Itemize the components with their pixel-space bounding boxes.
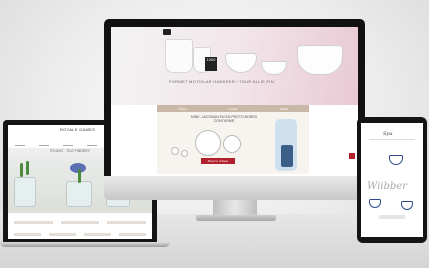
imac-display: 1000 FORMET MOTIVLAR HANDEER / TOUR ALLI… (111, 27, 358, 191)
blue-vase-image (281, 145, 293, 167)
promo-tab[interactable]: TOILE (178, 107, 187, 111)
tablet-link[interactable] (379, 215, 405, 219)
wall-clock-image (171, 147, 179, 155)
bowl-image (261, 61, 287, 75)
divider (369, 139, 415, 140)
shop-button[interactable]: Shop tu Unique (201, 158, 235, 164)
bowl-image (297, 45, 343, 75)
imac-stand-neck (213, 200, 257, 216)
laptop-link[interactable] (60, 221, 100, 224)
promo-tab[interactable]: TOILE (279, 107, 288, 111)
pitcher-image (165, 39, 193, 73)
hero-caption: FORMET MOTIVLAR HANDEER / TOUR ALLIE FIN (169, 79, 274, 84)
laptop-nav-item[interactable] (63, 145, 73, 146)
laptop-link[interactable] (49, 233, 76, 236)
teacup-image (369, 199, 381, 208)
laptop-link[interactable] (14, 233, 41, 236)
site-logo[interactable] (163, 29, 171, 35)
laptop-nav-item[interactable] (39, 145, 49, 146)
tablet-hero-word: Wiibber (367, 181, 407, 192)
tablet-bezel: Spa Wiibber (357, 117, 427, 243)
imac-stand-foot (196, 215, 276, 221)
plant-leaf (20, 163, 23, 177)
promo-text: MINE, JACOMAN EN EN PROTO BORED 'CONTURM… (190, 115, 258, 123)
plant-leaf (78, 169, 81, 183)
promo-tabs: TOILE TOILE TOILE (157, 105, 309, 112)
teacup-image (401, 201, 413, 210)
feedback-tab[interactable] (349, 153, 355, 159)
laptop-link-row (14, 221, 147, 225)
laptop-nav-item[interactable] (87, 145, 97, 146)
promo-tab[interactable]: TOILE (229, 107, 238, 111)
laptop-link[interactable] (107, 221, 147, 224)
laptop-link[interactable] (84, 233, 111, 236)
tablet-display: Spa Wiibber (361, 123, 423, 237)
laptop-nav-item[interactable] (15, 145, 25, 146)
wall-clock-image (181, 150, 188, 157)
laptop-site-logo[interactable]: ROYALE GAMES (60, 128, 95, 132)
plant-leaf (26, 161, 29, 175)
laptop-base (0, 242, 170, 247)
laptop-link[interactable] (119, 233, 146, 236)
wall-clock-image (223, 135, 241, 153)
imac-hero: 1000 FORMET MOTIVLAR HANDEER / TOUR ALLI… (111, 27, 358, 105)
price-tag: 1000 (205, 57, 217, 71)
bowl-image (225, 53, 257, 73)
teacup-image (389, 155, 403, 165)
glass-jar (66, 181, 92, 207)
tablet-site-logo[interactable]: Spa (383, 131, 393, 137)
imac-bezel: 1000 FORMET MOTIVLAR HANDEER / TOUR ALLI… (104, 19, 365, 197)
laptop-link-row (14, 233, 146, 237)
laptop-link[interactable] (14, 221, 53, 224)
promo-band: TOILE TOILE TOILE MINE, JACOMAN EN EN PR… (157, 105, 309, 174)
imac-chin (104, 176, 365, 200)
wall-clock-image (195, 130, 221, 156)
glass-jar (14, 177, 36, 207)
